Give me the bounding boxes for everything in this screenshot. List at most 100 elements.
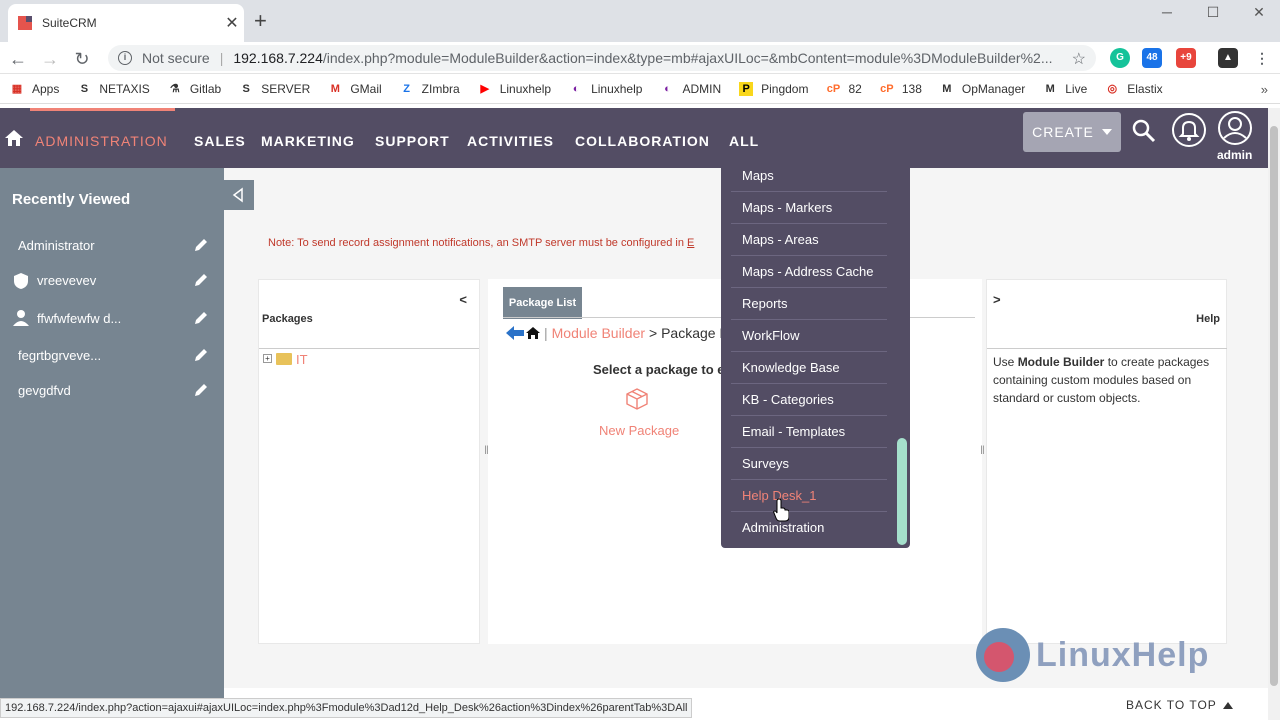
dropdown-item-surveys[interactable]: Surveys <box>731 448 887 480</box>
info-icon[interactable]: i <box>118 51 132 65</box>
dropdown-item-help-desk[interactable]: Help Desk_1 <box>731 480 887 512</box>
bookmark-item[interactable]: ◐ ADMIN <box>660 82 721 96</box>
back-to-top-link[interactable]: BACK TO TOP <box>1126 698 1233 712</box>
bookmarks-overflow-icon[interactable]: » <box>1261 82 1268 97</box>
mail-extension-icon[interactable]: 48 <box>1142 48 1162 68</box>
recent-item-label[interactable]: ffwfwfewfw d... <box>37 311 121 326</box>
search-icon[interactable] <box>1131 118 1157 144</box>
new-package-link[interactable]: New Package <box>599 423 679 438</box>
sidebar-collapse-icon[interactable] <box>224 180 254 210</box>
recent-item-label[interactable]: fegrtbgrveve... <box>18 348 101 363</box>
dropdown-item-maps-markers[interactable]: Maps - Markers <box>731 192 887 224</box>
bookmark-item[interactable]: S SERVER <box>239 82 311 96</box>
bookmark-item[interactable]: S NETAXIS <box>77 82 150 96</box>
bookmark-item[interactable]: ◐ Linuxhelp <box>569 82 643 96</box>
bookmark-item[interactable]: cP 138 <box>880 82 922 96</box>
dropdown-item-maps[interactable]: Maps <box>731 160 887 192</box>
pencil-edit-icon[interactable] <box>194 348 208 362</box>
bookmark-item[interactable]: P Pingdom <box>739 81 808 96</box>
nav-administration[interactable]: ADMINISTRATION <box>35 133 168 149</box>
dropdown-item-maps-address-cache[interactable]: Maps - Address Cache <box>731 256 887 288</box>
page-scroll-thumb[interactable] <box>1270 126 1278 686</box>
reload-icon[interactable]: ↻ <box>69 46 95 72</box>
url-path: /index.php?module=ModuleBuilder&action=i… <box>322 50 1053 66</box>
forward-arrow-icon[interactable]: → <box>37 46 63 72</box>
recent-item[interactable]: fegrtbgrveve... <box>0 338 224 374</box>
recent-item-label[interactable]: Administrator <box>18 238 95 253</box>
new-tab-button[interactable]: + <box>254 8 267 34</box>
pencil-edit-icon[interactable] <box>194 383 208 397</box>
page-scrollbar[interactable] <box>1268 108 1280 720</box>
recent-item[interactable]: vreevevev <box>0 263 224 299</box>
dropdown-item-email-templates[interactable]: Email - Templates <box>731 416 887 448</box>
user-avatar-icon[interactable] <box>1217 110 1253 146</box>
nav-marketing[interactable]: MARKETING <box>261 133 355 149</box>
back-to-top-label[interactable]: BACK TO TOP <box>1126 698 1217 712</box>
dropdown-item-kb-categories[interactable]: KB - Categories <box>731 384 887 416</box>
username-label[interactable]: admin <box>1217 148 1252 162</box>
nav-sales[interactable]: SALES <box>194 133 246 149</box>
recent-item[interactable]: ffwfwfewfw d... <box>0 301 224 337</box>
bookmark-item[interactable]: M GMail <box>328 82 382 96</box>
back-arrow-blue-icon[interactable] <box>506 326 524 340</box>
nav-all[interactable]: ALL <box>729 133 759 149</box>
watermark-text: LinuxHelp <box>1036 635 1210 674</box>
nav-activities[interactable]: ACTIVITIES <box>467 133 554 149</box>
package-box-icon[interactable] <box>625 387 649 411</box>
nav-collaboration[interactable]: COLLABORATION <box>575 133 710 149</box>
create-button[interactable]: CREATE <box>1023 112 1121 152</box>
recent-item[interactable]: gevgdfvd <box>0 373 224 409</box>
help-text: Use Module Builder to create packages co… <box>987 348 1227 645</box>
pencil-edit-icon[interactable] <box>194 311 208 325</box>
browser-menu-icon[interactable]: ⋮ <box>1252 48 1272 68</box>
bookmark-star-icon[interactable]: ☆ <box>1072 49 1086 69</box>
bookmark-item[interactable]: ◎ Elastix <box>1105 82 1162 96</box>
suitecrm-top-nav: ADMINISTRATION SALES MARKETING SUPPORT A… <box>0 108 1268 168</box>
bookmark-item[interactable]: M Live <box>1043 82 1088 96</box>
window-close-icon[interactable]: ✕ <box>1236 0 1280 24</box>
bookmark-item[interactable]: ▶ Linuxhelp <box>478 82 551 96</box>
gitlab-extension-icon[interactable]: +9 <box>1176 48 1196 68</box>
resize-handle-right[interactable]: ‖ <box>980 443 985 457</box>
bookmark-item[interactable]: Z ZImbra <box>400 82 459 96</box>
dropdown-item-maps-areas[interactable]: Maps - Areas <box>731 224 887 256</box>
bookmark-item[interactable]: M OpManager <box>940 82 1025 96</box>
home-icon[interactable] <box>4 128 24 148</box>
linuxhelp-logo-icon <box>976 628 1030 682</box>
maximize-icon[interactable]: ☐ <box>1190 0 1236 24</box>
tab-package-list[interactable]: Package List <box>503 287 582 319</box>
breadcrumb-home-icon[interactable] <box>526 326 540 340</box>
bookmark-item[interactable]: ▦ Apps <box>10 82 60 96</box>
pencil-edit-icon[interactable] <box>194 273 208 287</box>
recent-item-label[interactable]: vreevevev <box>37 273 96 288</box>
recent-item[interactable]: Administrator <box>0 228 224 264</box>
tree-expand-icon[interactable]: + <box>263 354 272 363</box>
recent-item-label[interactable]: gevgdfvd <box>18 383 71 398</box>
dropdown-item-knowledge-base[interactable]: Knowledge Base <box>731 352 887 384</box>
dropdown-item-reports[interactable]: Reports <box>731 288 887 320</box>
dropdown-item-workflow[interactable]: WorkFlow <box>731 320 887 352</box>
cpanel-icon: cP <box>880 82 894 95</box>
packages-collapse-button[interactable]: < <box>459 292 467 307</box>
dropdown-item-administration[interactable]: Administration <box>731 512 887 544</box>
back-arrow-icon[interactable]: ← <box>5 46 31 72</box>
pencil-edit-icon[interactable] <box>194 238 208 252</box>
url-omnibox[interactable]: i Not secure | 192.168.7.224 /index.php?… <box>108 45 1096 71</box>
notification-bell-icon[interactable] <box>1171 112 1207 148</box>
help-collapse-button[interactable]: > <box>993 292 1001 307</box>
tab-close-icon[interactable]: ✕ <box>220 13 244 33</box>
s-icon: S <box>80 82 89 95</box>
tree-node-it[interactable]: IT <box>296 352 308 367</box>
minimize-icon[interactable]: ─ <box>1144 0 1190 24</box>
nav-support[interactable]: SUPPORT <box>375 133 450 149</box>
grammarly-extension-icon[interactable]: G <box>1110 48 1130 68</box>
dropdown-scrollbar[interactable] <box>897 438 907 545</box>
bookmark-item[interactable]: cP 82 <box>826 82 862 96</box>
notice-email-link[interactable]: E <box>687 237 694 249</box>
person-icon <box>13 310 29 326</box>
bookmark-item[interactable]: ⚗ Gitlab <box>168 82 221 96</box>
tab-title: SuiteCRM <box>42 16 97 30</box>
linux-extension-icon[interactable]: ▲ <box>1218 48 1238 68</box>
browser-tab[interactable]: SuiteCRM ✕ <box>8 4 244 42</box>
breadcrumb-module-builder-link[interactable]: Module Builder <box>552 325 645 341</box>
